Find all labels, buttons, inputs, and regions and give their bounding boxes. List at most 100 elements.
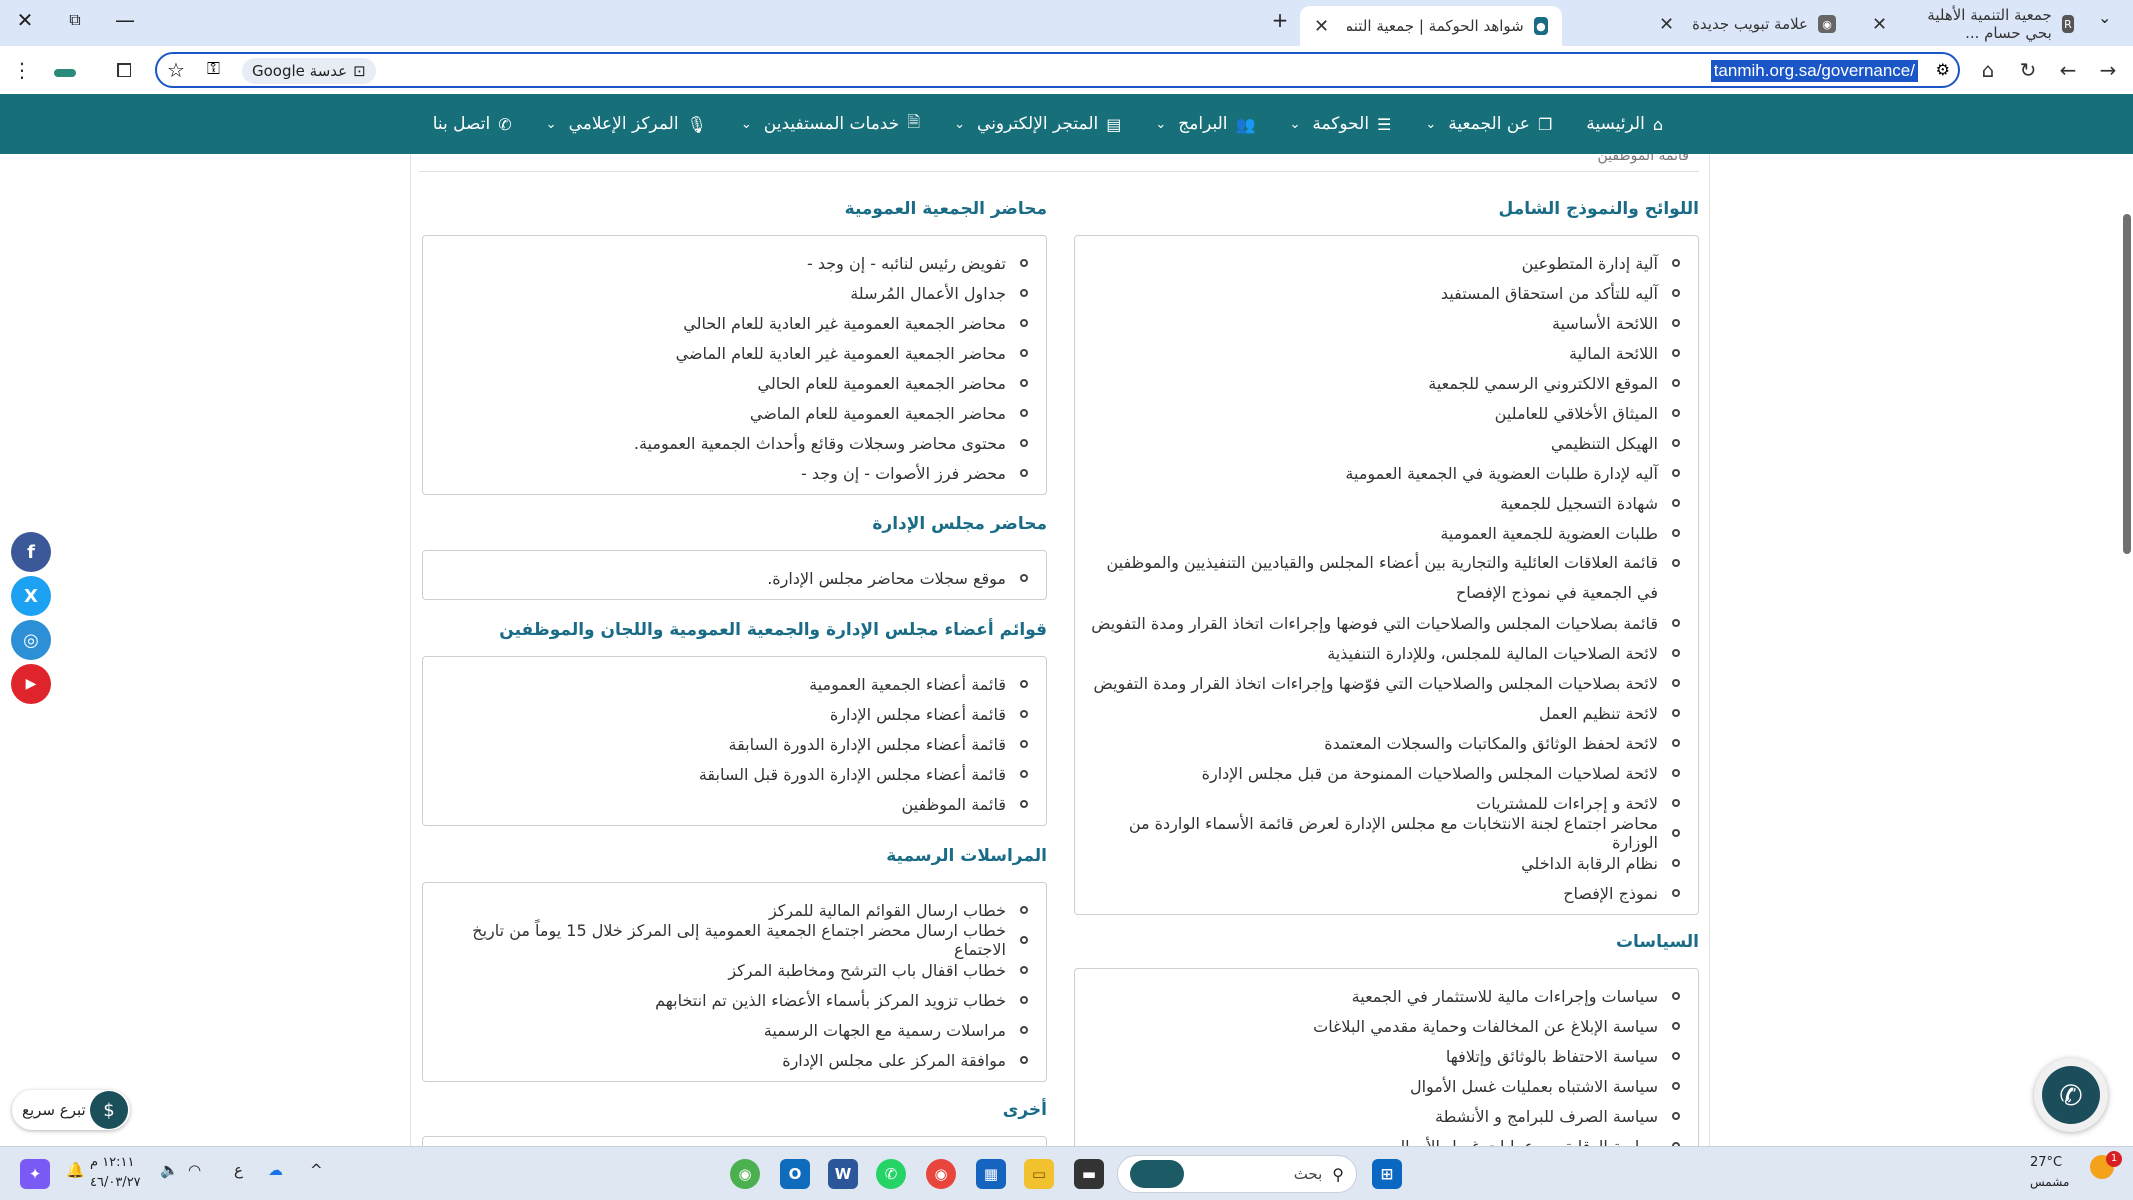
list-item[interactable]: طلبات العضوية للجمعية العمومية <box>1089 518 1684 548</box>
scrollbar-thumb[interactable] <box>2123 214 2131 554</box>
list-item[interactable]: خطاب اقفال باب الترشح ومخاطبة المركز <box>437 955 1032 985</box>
list-item[interactable]: خطاب تزويد المركز بأسماء الأعضاء الذين ت… <box>437 985 1032 1015</box>
list-item[interactable]: سياسة الوقاية من عمليات غسل الأموال <box>1089 1131 1684 1146</box>
list-item[interactable]: محاضر الجمعية العمومية للعام الحالي <box>437 368 1032 398</box>
nav-item-store[interactable]: ▤ المتجر الإلكتروني ⌄ <box>954 114 1121 134</box>
minimize-icon[interactable]: — <box>110 8 140 32</box>
word-app-icon[interactable]: W <box>828 1159 858 1189</box>
list-item[interactable]: محاضر الجمعية العمومية غير العادية للعام… <box>437 308 1032 338</box>
browser-tab-2[interactable]: ◉ علامة تبويب جديدة ✕ <box>1570 6 1850 42</box>
quick-donate-button[interactable]: $ تبرع سريع <box>12 1090 130 1130</box>
browser-tab-1[interactable]: R جمعية التنمية الأهلية بحي حسام ... ✕ <box>1858 6 2088 42</box>
list-item[interactable]: محتوى محاضر وسجلات وقائع وأحداث الجمعية … <box>437 428 1032 458</box>
list-item[interactable]: الهيكل التنظيمي <box>1089 428 1684 458</box>
tray-chevron-icon[interactable]: ^ <box>310 1161 323 1179</box>
list-item[interactable]: اللائحة الأساسية <box>1089 308 1684 338</box>
browser-tab-active[interactable]: ● شواهد الحوكمة | جمعية التنمية الأ... ✕ <box>1300 6 1562 46</box>
list-item[interactable]: الموقع الالكتروني الرسمي للجمعية <box>1089 368 1684 398</box>
wifi-icon[interactable]: ◠ <box>188 1161 201 1179</box>
list-item[interactable]: قائمة أعضاء مجلس الإدارة الدورة قبل السا… <box>437 759 1032 789</box>
notification-bell-icon[interactable]: 🔔 <box>66 1161 85 1179</box>
list-item[interactable]: سياسة الصرف للبرامج و الأنشطة <box>1089 1101 1684 1131</box>
list-item[interactable]: الميثاق الأخلاقي للعاملين <box>1089 398 1684 428</box>
nav-item-programs[interactable]: 👥 البرامج ⌄ <box>1155 114 1255 134</box>
list-item[interactable]: لائحة بصلاحيات المجلس والصلاحيات التي فو… <box>1089 668 1684 698</box>
clock-date[interactable]: ٤٦/٠٣/٢٧ <box>90 1175 141 1190</box>
taskbar-search[interactable]: ⚲ بحث <box>1117 1155 1357 1193</box>
address-url[interactable]: tanmih.org.sa/governance/ <box>1710 60 1918 82</box>
list-item[interactable]: قائمة الموظفين <box>437 789 1032 819</box>
list-item[interactable]: خطاب ارسال محضر اجتماع الجمعية العمومية … <box>437 921 1032 959</box>
list-item[interactable]: آليه للتأكد من استحقاق المستفيد <box>1089 278 1684 308</box>
list-item[interactable]: لائحة لحفظ الوثائق والمكاتبات والسجلات ا… <box>1089 728 1684 758</box>
youtube-icon[interactable]: ▶ <box>11 664 51 704</box>
list-item[interactable]: لائحة الصلاحيات المالية للمجلس، وللإدارة… <box>1089 638 1684 668</box>
list-item[interactable]: قائمة أعضاء مجلس الإدارة <box>437 699 1032 729</box>
back-icon[interactable]: → <box>2094 56 2122 84</box>
list-item[interactable]: آليه لإدارة طلبات العضوية في الجمعية الع… <box>1089 458 1684 488</box>
list-item[interactable]: لائحة تنظيم العمل <box>1089 698 1684 728</box>
volume-icon[interactable]: 🔈 <box>160 1161 179 1179</box>
whatsapp-app-icon[interactable]: ✆ <box>876 1159 906 1189</box>
menu-kebab-icon[interactable]: ⋮ <box>8 56 36 84</box>
reload-icon[interactable]: ↻ <box>2014 56 2042 84</box>
start-windows-icon[interactable]: ⊞ <box>1372 1159 1402 1189</box>
site-settings-icon[interactable]: ⚙ <box>1936 60 1950 79</box>
chrome-app-icon[interactable]: ◉ <box>926 1159 956 1189</box>
list-item[interactable]: محاضر الجمعية العمومية غير العادية للعام… <box>437 338 1032 368</box>
file-explorer-icon[interactable]: ▭ <box>1024 1159 1054 1189</box>
list-item[interactable]: تفويض رئيس لنائبه - إن وجد - <box>437 248 1032 278</box>
list-item[interactable]: اللائحة المالية <box>1089 338 1684 368</box>
instagram-icon[interactable]: ◎ <box>11 620 51 660</box>
store-app-icon[interactable]: ▦ <box>976 1159 1006 1189</box>
nav-item-home[interactable]: ⌂ الرئيسية <box>1586 114 1663 134</box>
tab-search-chevron-icon[interactable]: ⌄ <box>2098 8 2111 27</box>
list-item[interactable]: محضر فرز الأصوات - إن وجد - <box>437 458 1032 488</box>
list-item[interactable]: نظام الرقابة الداخلي <box>1089 848 1684 878</box>
list-item[interactable]: نموذج الإفصاح <box>1089 878 1684 908</box>
nav-item-contact[interactable]: ✆ اتصل بنا <box>433 114 512 134</box>
language-indicator[interactable]: ع <box>234 1161 243 1179</box>
list-item[interactable]: شهادة التسجيل للجمعية <box>1089 488 1684 518</box>
list-item[interactable]: محاضر الجمعية العمومية للعام الماضي <box>437 398 1032 428</box>
google-lens-chip[interactable]: ⊡ عدسة Google <box>242 58 376 84</box>
list-item[interactable]: قائمة بصلاحيات المجلس والصلاحيات التي فو… <box>1089 608 1684 638</box>
password-key-icon[interactable]: ⚿ <box>207 59 220 79</box>
nav-item-beneficiaries[interactable]: 🗎 خدمات المستفيدين ⌄ <box>741 111 920 138</box>
nav-item-governance[interactable]: ☰ الحوكمة ⌄ <box>1289 114 1391 134</box>
terminal-app-icon[interactable]: ▬ <box>1074 1159 1104 1189</box>
list-item[interactable]: قائمة العلاقات العائلية والتجارية بين أع… <box>1089 548 1684 608</box>
list-item[interactable]: قائمة أعضاء الجمعية العمومية <box>437 669 1032 699</box>
list-item[interactable]: لائحة لصلاحيات المجلس والصلاحيات الممنوح… <box>1089 758 1684 788</box>
list-item[interactable]: قائمة أعضاء مجلس الإدارة الدورة السابقة <box>437 729 1032 759</box>
new-tab-button[interactable]: + <box>1265 8 1295 32</box>
chrome-profile-app-icon[interactable]: ◉ <box>730 1159 760 1189</box>
home-icon[interactable]: ⌂ <box>1974 56 2002 84</box>
list-item[interactable]: موافقة المركز على مجلس الإدارة <box>437 1045 1032 1075</box>
bookmark-star-icon[interactable]: ☆ <box>167 58 185 82</box>
profile-icon[interactable] <box>50 56 80 84</box>
x-twitter-icon[interactable]: X <box>11 576 51 616</box>
list-item[interactable]: آلية إدارة المتطوعين <box>1089 248 1684 278</box>
list-item[interactable]: جداول الأعمال المُرسلة <box>437 278 1032 308</box>
list-item[interactable]: محاضر اجتماع لجنة الانتخابات مع مجلس الإ… <box>1089 814 1684 852</box>
onedrive-icon[interactable]: ☁ <box>268 1161 283 1179</box>
list-item[interactable]: سياسة الاحتفاظ بالوثائق وإتلافها <box>1089 1041 1684 1071</box>
copilot-widget-icon[interactable]: ✦ <box>20 1159 50 1189</box>
extensions-icon[interactable]: ⧠ <box>110 56 138 84</box>
clock-time[interactable]: ١٢:١١ م <box>90 1155 135 1170</box>
list-item[interactable]: موقع سجلات محاضر مجلس الإدارة. <box>437 563 1032 593</box>
whatsapp-button[interactable]: ✆ <box>2034 1058 2108 1132</box>
forward-icon[interactable]: ← <box>2054 56 2082 84</box>
window-close-icon[interactable]: ✕ <box>10 8 40 32</box>
list-item[interactable]: مراسلات رسمية مع الجهات الرسمية <box>437 1015 1032 1045</box>
list-item[interactable]: سياسة الإبلاغ عن المخالفات وحماية مقدمي … <box>1089 1011 1684 1041</box>
restore-icon[interactable]: ⧉ <box>60 10 90 30</box>
close-tab-icon[interactable]: ✕ <box>1314 16 1329 37</box>
list-item[interactable]: سياسة الاشتباه بعمليات غسل الأموال <box>1089 1071 1684 1101</box>
close-tab-icon[interactable]: ✕ <box>1659 14 1674 35</box>
address-bar[interactable]: tanmih.org.sa/governance/ ⚙ ☆ ⚿ ⊡ عدسة G… <box>155 52 1960 88</box>
nav-item-about[interactable]: ❐ عن الجمعية ⌄ <box>1425 114 1552 134</box>
list-item[interactable]: سياسات وإجراءات مالية للاستثمار في الجمع… <box>1089 981 1684 1011</box>
close-tab-icon[interactable]: ✕ <box>1872 14 1887 35</box>
